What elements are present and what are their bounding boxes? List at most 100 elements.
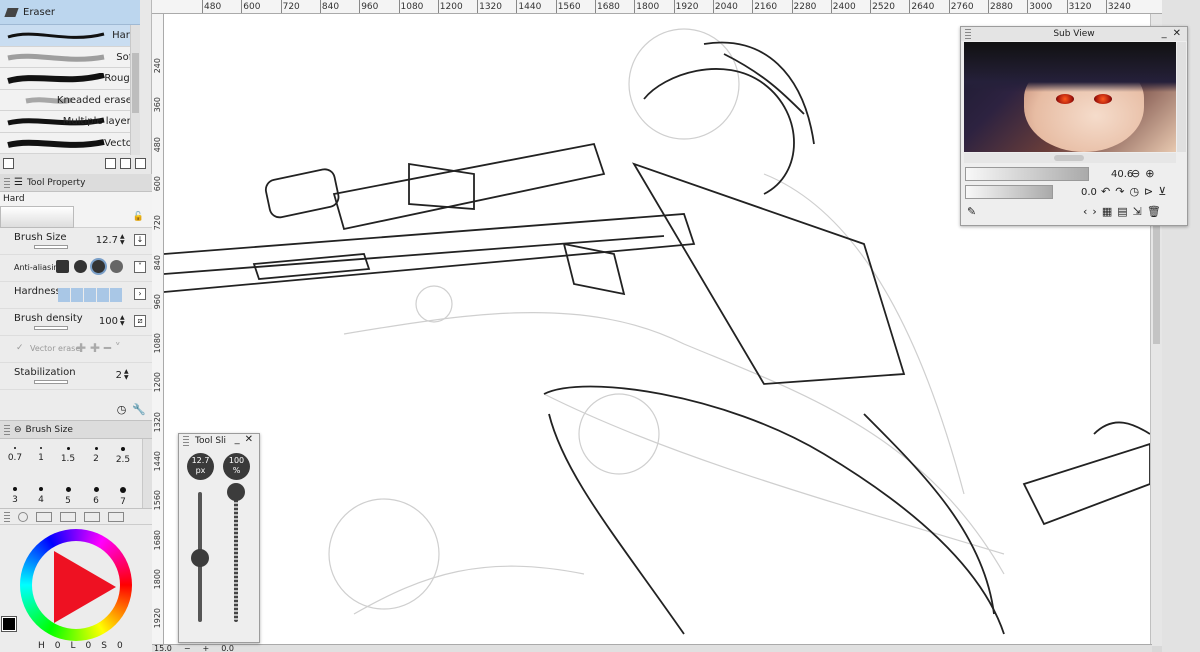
main-color-swatch[interactable] [2,617,16,631]
reference-image[interactable] [964,42,1176,152]
delete-subtool-icon[interactable] [135,158,146,169]
minimize-icon[interactable]: _ [235,434,240,445]
sub-view-zoom-value[interactable]: 40.6 [1111,169,1133,180]
sub-view-titlebar[interactable]: Sub View _ ✕ [961,27,1187,41]
opacity-value-bubble: 100 % [223,453,250,480]
color-wheel-tab[interactable] [18,511,28,522]
checkbox-icon[interactable]: ✓ [16,343,24,353]
spin-arrows-icon[interactable]: ▲ ▼ [120,315,126,327]
zoom-in-icon[interactable]: ⊕ [1145,167,1154,180]
aa-none-option[interactable] [56,260,69,273]
opacity-slider-knob[interactable] [227,483,245,501]
chevron-right-icon[interactable]: › [134,288,146,300]
ruler-tick [948,0,950,13]
size-option[interactable]: 2.5 [110,441,136,473]
brush-item-kneaded-eraser[interactable]: Kneaded eraser [0,89,140,111]
size-option[interactable]: 6 [83,481,109,507]
scrollbar-thumb[interactable] [132,53,139,113]
reset-icon[interactable]: ◷ [117,403,127,416]
tool-slider-titlebar[interactable]: Tool Sli _ ✕ [179,434,259,448]
brush-size-header[interactable]: ⊖ Brush Size [0,421,152,439]
lock-icon[interactable]: 🔓 [133,212,144,222]
chevron-down-icon[interactable]: ˅ [134,261,146,273]
spin-arrows-icon[interactable]: ▲ ▼ [124,369,130,381]
wrench-icon[interactable]: 🔧 [132,403,146,416]
brush-item-vector[interactable]: Vector [0,132,140,154]
brush-item-hard[interactable]: Hard [0,25,140,47]
copy-subtool-icon[interactable] [105,158,116,169]
sub-view-horizontal-scrollbar[interactable] [964,153,1176,163]
size-option[interactable]: 3 [2,481,28,507]
flip-horizontal-icon[interactable]: ⊳ [1144,185,1153,198]
color-set-tab[interactable] [60,511,76,522]
ruler-label: 1920 [675,2,699,12]
brush-item-multiple-layers[interactable]: Multiple layers [0,111,140,133]
brush-size-scrollbar[interactable] [142,439,152,509]
minimize-icon[interactable]: _ [1162,28,1167,39]
zoom-in-icon[interactable]: + [203,644,210,652]
grip-icon[interactable] [4,424,10,435]
approximate-color-tab[interactable] [108,511,124,522]
brush-size-value[interactable]: 12.7 [96,235,118,246]
spin-arrows-icon[interactable]: ▲ ▼ [120,234,126,246]
eyedropper-icon[interactable]: ✎ [967,205,976,218]
brush-size-icon: ⊖ [14,424,22,435]
aa-strong-option[interactable] [110,260,123,273]
tool-property-header[interactable]: ☰ Tool Property [0,174,152,192]
size-option[interactable]: 7 [110,481,136,507]
hardness-bar[interactable] [58,288,122,302]
size-option[interactable]: 2 [83,441,109,473]
subtool-scrollbar[interactable] [130,25,140,155]
size-option[interactable]: 4 [28,481,54,507]
pressure-settings-icon[interactable]: ⧄ [134,315,146,327]
aa-medium-option[interactable] [92,260,105,273]
vector-erase-options[interactable]: ✚ ✚ ━ ˅ [76,341,121,355]
trash-icon[interactable]: 🗑 [1147,205,1161,218]
open-folder-icon[interactable]: ▤ [1117,205,1127,218]
brush-size-slider[interactable] [34,245,68,249]
ruler-label: 1080 [400,2,424,12]
opacity-slider-track[interactable] [234,492,238,622]
angle-readout[interactable]: 0.0 [221,644,234,652]
aa-weak-option[interactable] [74,260,87,273]
size-option[interactable]: 1 [28,441,54,473]
grip-icon[interactable] [965,29,971,39]
zoom-out-icon[interactable]: ⊖ [1131,167,1140,180]
new-subtool-icon[interactable] [120,158,131,169]
brush-density-slider[interactable] [34,326,68,330]
reset-rotation-icon[interactable]: ◷ [1129,185,1139,198]
grip-icon[interactable] [183,436,189,446]
sub-view-zoom-slider[interactable] [965,167,1089,181]
size-option[interactable]: 5 [55,481,81,507]
stabilization-value[interactable]: 2 [116,370,122,381]
sub-view-rotation-slider[interactable] [965,185,1053,199]
grip-icon[interactable] [4,511,10,522]
rotate-left-icon[interactable]: ↶ [1101,185,1110,198]
chevron-right-icon[interactable]: › [1092,205,1096,218]
grip-icon[interactable] [4,177,10,188]
brush-density-value[interactable]: 100 [99,316,118,327]
zoom-readout[interactable]: 15.0 [154,644,172,652]
brush-item-rough[interactable]: Rough [0,68,140,90]
size-slider-knob[interactable] [191,549,209,567]
sub-view-vertical-scrollbar[interactable] [1177,42,1186,152]
flip-vertical-icon[interactable]: ⊻ [1158,185,1166,198]
grid-icon[interactable]: ▦ [1102,205,1112,218]
import-icon[interactable]: ⇲ [1133,205,1142,218]
chevron-left-icon[interactable]: ‹ [1083,205,1087,218]
size-option[interactable]: 1.5 [55,441,81,473]
color-slider-tab[interactable] [36,511,52,522]
stabilization-slider[interactable] [34,380,68,384]
saturation-value-triangle[interactable] [54,551,116,623]
zoom-out-icon[interactable]: − [184,644,191,652]
subtool-settings-icon[interactable] [3,158,14,169]
pressure-settings-icon[interactable]: ↓ [134,234,146,246]
sub-view-rotation-value[interactable]: 0.0 [1081,187,1097,198]
brush-item-soft[interactable]: Soft [0,46,140,68]
subtool-group-header[interactable]: Eraser [0,0,140,25]
rotate-right-icon[interactable]: ↷ [1115,185,1124,198]
intermediate-color-tab[interactable] [84,511,100,522]
close-icon[interactable]: ✕ [1173,28,1181,39]
size-option[interactable]: 0.7 [2,441,28,473]
close-icon[interactable]: ✕ [245,434,253,445]
